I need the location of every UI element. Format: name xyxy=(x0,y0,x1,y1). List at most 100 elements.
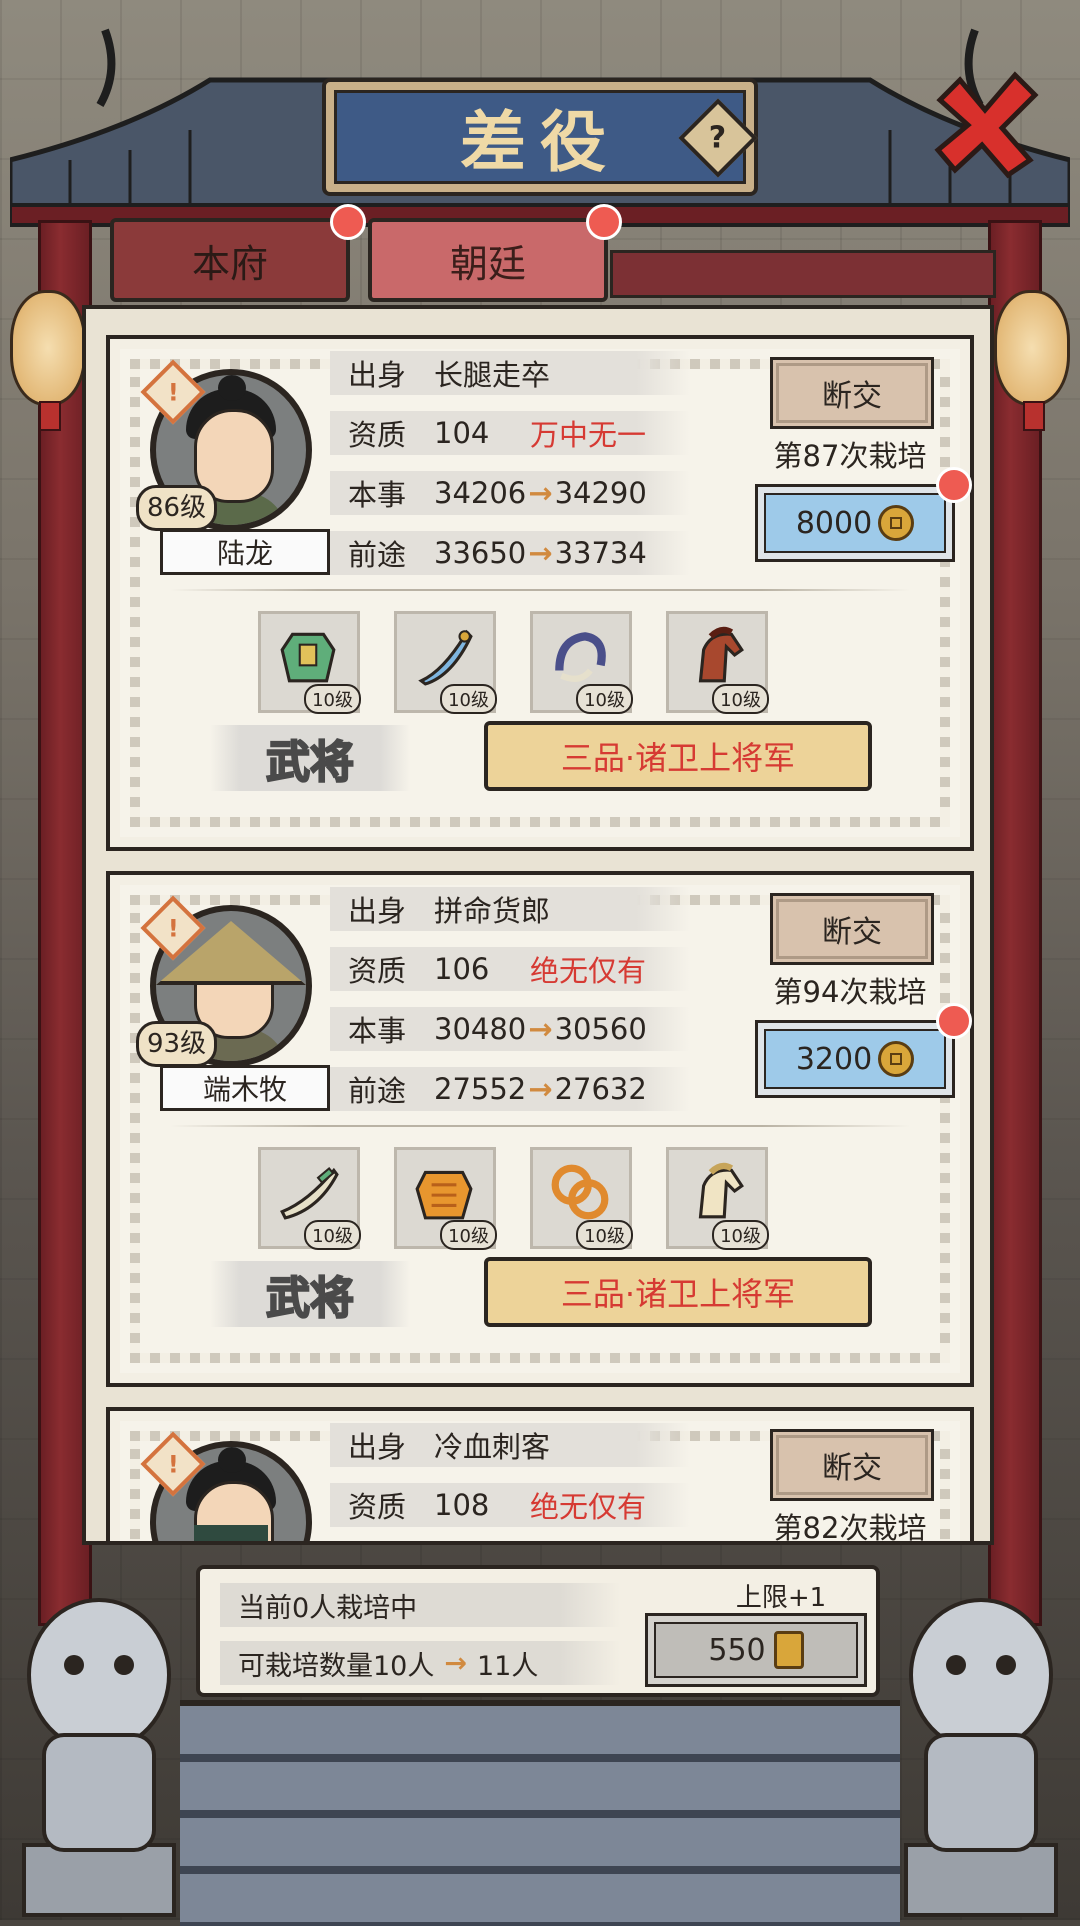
equipment-slot[interactable]: 10级 xyxy=(258,1147,361,1250)
equip-level: 10级 xyxy=(712,684,769,714)
aptitude-value: 106 xyxy=(434,952,490,986)
level-badge: 93级 xyxy=(136,1021,218,1067)
notification-dot xyxy=(936,1003,972,1039)
tab-notification-dot xyxy=(586,204,622,240)
stone-stairs xyxy=(180,1700,900,1926)
rank-button[interactable]: 三品·诸卫上将军 xyxy=(484,721,872,791)
equipment-slot[interactable]: 10级 xyxy=(530,1147,633,1250)
aptitude-row: 资质 104 万中无一 xyxy=(330,411,690,455)
cultivate-button[interactable]: 8000 xyxy=(755,484,955,562)
bracelet-icon xyxy=(555,632,606,682)
arrow-icon: → xyxy=(528,476,553,510)
coin-icon xyxy=(878,1041,915,1077)
rank-button[interactable]: 三品·诸卫上将军 xyxy=(484,1257,872,1327)
prospect-from: 33650 xyxy=(434,536,527,570)
cut-ties-button[interactable]: 断交 xyxy=(770,893,934,965)
officer-list[interactable]: ! 86级 陆龙 出身 长腿走卒 资质 104 万中无一 本事 34206 → 34… xyxy=(82,305,994,1545)
equipment-slot[interactable]: 10级 xyxy=(394,611,497,714)
equipment-slot[interactable]: 10级 xyxy=(666,611,769,714)
origin-row: 出身 长腿走卒 xyxy=(330,351,690,395)
aptitude-tier: 万中无一 xyxy=(530,418,647,452)
aptitude-tier: 绝无仅有 xyxy=(530,954,647,988)
skill-from: 30480 xyxy=(434,1012,527,1046)
equipment-slot[interactable]: 10级 xyxy=(258,611,361,714)
capacity-text: 可栽培数量10人 xyxy=(238,1650,435,1682)
officer-card: ! 93级 端木牧 出身 拼命货郎 资质 106 绝无仅有 本事 30480 → 3… xyxy=(106,871,974,1387)
notification-dot xyxy=(936,467,972,503)
origin-value: 拼命货郎 xyxy=(434,894,551,928)
tab-benfu[interactable]: 本府 xyxy=(110,218,350,302)
equip-level: 10级 xyxy=(440,684,497,714)
origin-row: 出身 冷血刺客 xyxy=(330,1423,690,1467)
origin-label: 出身 xyxy=(348,358,407,392)
cultivate-cost: 3200 xyxy=(795,1041,873,1077)
equip-level: 10级 xyxy=(576,684,633,714)
equip-level: 10级 xyxy=(304,1220,361,1250)
capacity-row: 可栽培数量10人 → 11人 xyxy=(220,1641,620,1685)
aptitude-label: 资质 xyxy=(348,418,407,452)
equipment-slot[interactable]: 10级 xyxy=(394,1147,497,1250)
current-cultivating-text: 当前0人栽培中 xyxy=(238,1592,418,1624)
tab-chaoting[interactable]: 朝廷 xyxy=(368,218,608,302)
prospect-label: 前途 xyxy=(348,538,407,572)
blade-icon xyxy=(280,1167,339,1220)
equipment-slot[interactable]: 10级 xyxy=(666,1147,769,1250)
equip-level: 10级 xyxy=(304,684,361,714)
arrow-icon: → xyxy=(528,1012,553,1046)
stone-lion-right xyxy=(904,1598,1058,1917)
stone-lion-left xyxy=(22,1598,176,1917)
avatar-bun xyxy=(218,1447,246,1473)
rings-icon xyxy=(551,1164,609,1220)
increase-limit-button[interactable]: 550 xyxy=(645,1613,867,1687)
tab-label: 本府 xyxy=(191,241,268,286)
close-icon[interactable] xyxy=(930,70,1040,180)
prospect-to: 27632 xyxy=(554,1072,647,1106)
cut-ties-button[interactable]: 断交 xyxy=(770,1429,934,1501)
armor-icon xyxy=(280,632,336,683)
aptitude-row: 资质 108 绝无仅有 xyxy=(330,1483,690,1527)
aptitude-value: 108 xyxy=(434,1488,490,1522)
officer-card: ! 出身 冷血刺客 资质 108 绝无仅有 断交 第82次栽培 xyxy=(106,1407,974,1541)
coin-icon xyxy=(878,505,915,541)
prospect-row: 前途 33650 → 33734 xyxy=(330,531,690,575)
token-icon xyxy=(773,1631,804,1669)
cut-ties-button[interactable]: 断交 xyxy=(770,357,934,429)
gold-armor-icon xyxy=(415,1170,473,1220)
skill-label: 本事 xyxy=(348,478,407,512)
horse-icon xyxy=(698,626,744,683)
aptitude-value: 104 xyxy=(434,416,490,450)
avatar-bun xyxy=(218,375,246,401)
aptitude-label: 资质 xyxy=(348,954,407,988)
tab-strip xyxy=(610,250,996,298)
skill-row: 本事 34206 → 34290 xyxy=(330,471,690,515)
equip-level: 10级 xyxy=(440,1220,497,1250)
aptitude-row: 资质 106 绝无仅有 xyxy=(330,947,690,991)
left-lantern xyxy=(10,290,86,431)
skill-to: 30560 xyxy=(554,1012,647,1046)
origin-label: 出身 xyxy=(348,1430,407,1464)
divider xyxy=(170,1125,910,1127)
tab-notification-dot xyxy=(330,204,366,240)
officer-name: 端木牧 xyxy=(160,1065,330,1111)
prospect-from: 27552 xyxy=(434,1072,527,1106)
prospect-label: 前途 xyxy=(348,1074,407,1108)
capacity-next: 11人 xyxy=(476,1650,539,1682)
aptitude-label: 资质 xyxy=(348,1490,407,1524)
officer-name: 陆龙 xyxy=(160,529,330,575)
origin-value: 冷血刺客 xyxy=(434,1430,551,1464)
origin-label: 出身 xyxy=(348,894,407,928)
right-lantern xyxy=(994,290,1070,431)
question-icon: ? xyxy=(709,120,727,156)
equipment-slot[interactable]: 10级 xyxy=(530,611,633,714)
divider xyxy=(170,589,910,591)
cultivation-count: 第87次栽培 xyxy=(773,439,927,473)
limit-label: 上限+1 xyxy=(735,1583,827,1613)
prospect-to: 33734 xyxy=(554,536,647,570)
officer-card: ! 86级 陆龙 出身 长腿走卒 资质 104 万中无一 本事 34206 → 34… xyxy=(106,335,974,851)
prospect-row: 前途 27552 → 27632 xyxy=(330,1067,690,1111)
equip-level: 10级 xyxy=(576,1220,633,1250)
cultivate-button[interactable]: 3200 xyxy=(755,1020,955,1098)
level-badge: 86级 xyxy=(136,485,218,531)
arrow-icon: → xyxy=(528,1072,553,1106)
skill-to: 34290 xyxy=(554,476,647,510)
